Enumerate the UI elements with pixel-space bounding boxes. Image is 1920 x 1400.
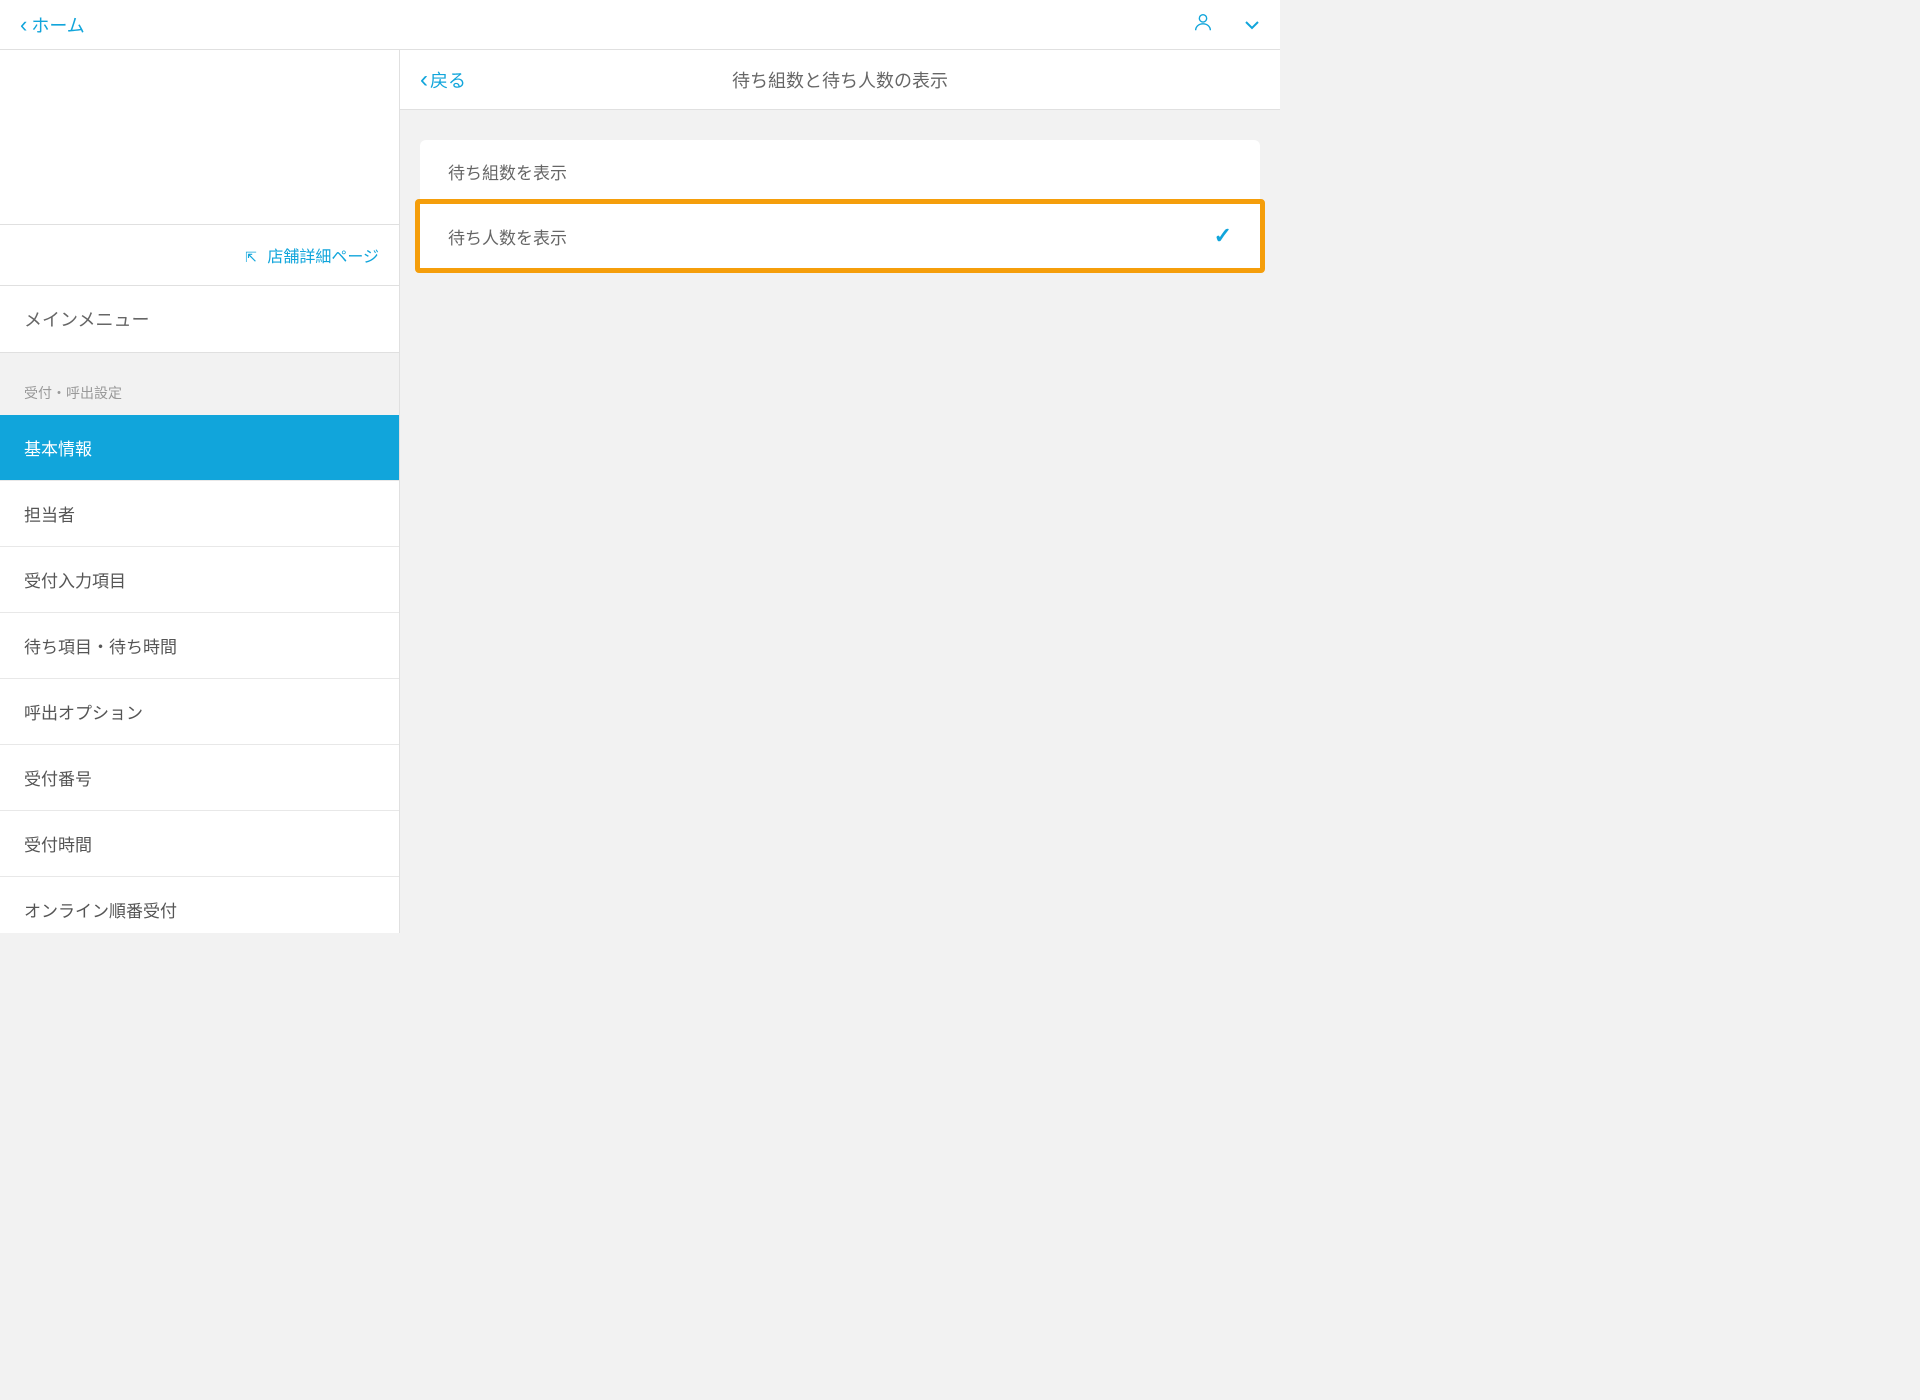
sidebar-item-reception-input[interactable]: 受付入力項目 <box>0 547 399 613</box>
top-nav-left: ‹ ホーム <box>20 12 85 38</box>
store-detail-link[interactable]: ⇱ 店舗詳細ページ <box>0 225 399 286</box>
sidebar-item-online-reception[interactable]: オンライン順番受付 <box>0 877 399 933</box>
sidebar-item-label: 受付番号 <box>24 770 92 789</box>
content-area: ‹ 戻る 待ち組数と待ち人数の表示 待ち組数を表示 待ち人数を表示 ✓ <box>400 50 1280 933</box>
sidebar: ⇱ 店舗詳細ページ メインメニュー 受付・呼出設定 基本情報 担当者 受付入力項… <box>0 50 400 933</box>
main-menu-button[interactable]: メインメニュー <box>0 286 399 353</box>
section-header-label: 受付・呼出設定 <box>24 385 122 401</box>
content-header: ‹ 戻る 待ち組数と待ち人数の表示 <box>400 50 1280 110</box>
option-show-groups[interactable]: 待ち組数を表示 <box>420 140 1260 204</box>
sidebar-top-space <box>0 50 399 225</box>
page-title: 待ち組数と待ち人数の表示 <box>732 67 948 93</box>
back-button[interactable]: ‹ 戻る <box>420 66 466 94</box>
sidebar-item-label: 待ち項目・待ち時間 <box>24 638 177 657</box>
top-navigation: ‹ ホーム <box>0 0 1280 50</box>
store-detail-label: 店舗詳細ページ <box>267 249 379 266</box>
option-show-people[interactable]: 待ち人数を表示 ✓ <box>415 199 1265 273</box>
option-label: 待ち組数を表示 <box>448 159 567 184</box>
checkmark-icon: ✓ <box>1214 223 1232 249</box>
options-list: 待ち組数を表示 待ち人数を表示 ✓ <box>420 140 1260 273</box>
external-link-icon: ⇱ <box>245 249 257 266</box>
sidebar-item-label: 呼出オプション <box>24 704 143 723</box>
sidebar-item-label: オンライン順番受付 <box>24 902 177 921</box>
top-nav-right <box>1192 11 1260 38</box>
main-container: ⇱ 店舗詳細ページ メインメニュー 受付・呼出設定 基本情報 担当者 受付入力項… <box>0 50 1280 933</box>
home-label: ホーム <box>31 12 84 38</box>
sidebar-item-label: 担当者 <box>24 506 75 525</box>
sidebar-item-wait-items[interactable]: 待ち項目・待ち時間 <box>0 613 399 679</box>
back-label: 戻る <box>430 67 466 93</box>
sidebar-item-call-options[interactable]: 呼出オプション <box>0 679 399 745</box>
sidebar-item-staff[interactable]: 担当者 <box>0 481 399 547</box>
sidebar-item-label: 受付入力項目 <box>24 572 126 591</box>
user-icon[interactable] <box>1192 11 1214 38</box>
option-label: 待ち人数を表示 <box>448 224 567 249</box>
chevron-left-icon: ‹ <box>420 66 428 94</box>
main-menu-label: メインメニュー <box>24 310 149 330</box>
sidebar-item-reception-time[interactable]: 受付時間 <box>0 811 399 877</box>
sidebar-item-basic-info[interactable]: 基本情報 <box>0 415 399 481</box>
home-back-button[interactable]: ‹ ホーム <box>20 12 85 38</box>
chevron-left-icon: ‹ <box>20 12 27 38</box>
dropdown-chevron-icon[interactable] <box>1244 17 1260 33</box>
sidebar-item-label: 基本情報 <box>24 440 92 459</box>
section-header: 受付・呼出設定 <box>0 353 399 415</box>
sidebar-item-reception-number[interactable]: 受付番号 <box>0 745 399 811</box>
sidebar-item-label: 受付時間 <box>24 836 92 855</box>
